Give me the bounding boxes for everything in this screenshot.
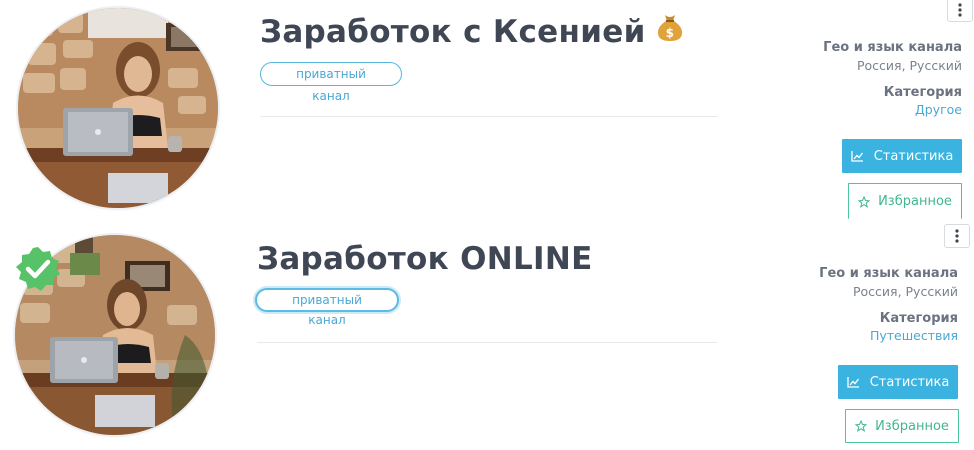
avatar-photo: [18, 8, 218, 208]
more-vertical-icon: [958, 3, 962, 17]
svg-text:$: $: [665, 26, 674, 40]
channel-title[interactable]: Заработок с Ксенией $: [260, 14, 684, 53]
chart-line-icon: [847, 376, 859, 388]
category-link[interactable]: Путешествия: [870, 328, 958, 343]
more-options-button[interactable]: [944, 224, 970, 248]
more-options-button[interactable]: [947, 0, 973, 22]
geo-language-value: Россия, Русский: [857, 58, 962, 73]
category-label: Категория: [883, 85, 962, 100]
channel-avatar[interactable]: [18, 8, 218, 208]
statistics-button[interactable]: Статистика: [842, 139, 962, 173]
statistics-button[interactable]: Статистика: [838, 365, 958, 399]
private-channel-badge: приватный канал: [255, 288, 399, 327]
channel-card: Заработок с Ксенией $ приватный канал Ге…: [0, 0, 974, 225]
money-bag-icon: $: [656, 12, 684, 50]
star-icon: [855, 420, 868, 432]
favorite-button[interactable]: Избранное: [848, 183, 962, 219]
geo-language-label: Гео и язык канала: [823, 40, 962, 55]
geo-language-label: Гео и язык канала: [819, 266, 958, 281]
divider: [257, 342, 717, 343]
channel-card: Заработок ONLINE приватный канал Гео и я…: [0, 224, 974, 450]
channel-title[interactable]: Заработок ONLINE: [257, 241, 593, 277]
favorite-button[interactable]: Избранное: [845, 409, 959, 443]
category-label: Категория: [879, 311, 958, 326]
star-icon: [858, 195, 871, 208]
private-channel-badge: приватный канал: [260, 62, 402, 103]
more-vertical-icon: [955, 229, 959, 243]
category-link[interactable]: Другое: [915, 102, 962, 117]
geo-language-value: Россия, Русский: [853, 284, 958, 299]
chart-line-icon: [851, 150, 863, 162]
verified-check-icon: [16, 247, 60, 291]
divider: [260, 116, 718, 117]
